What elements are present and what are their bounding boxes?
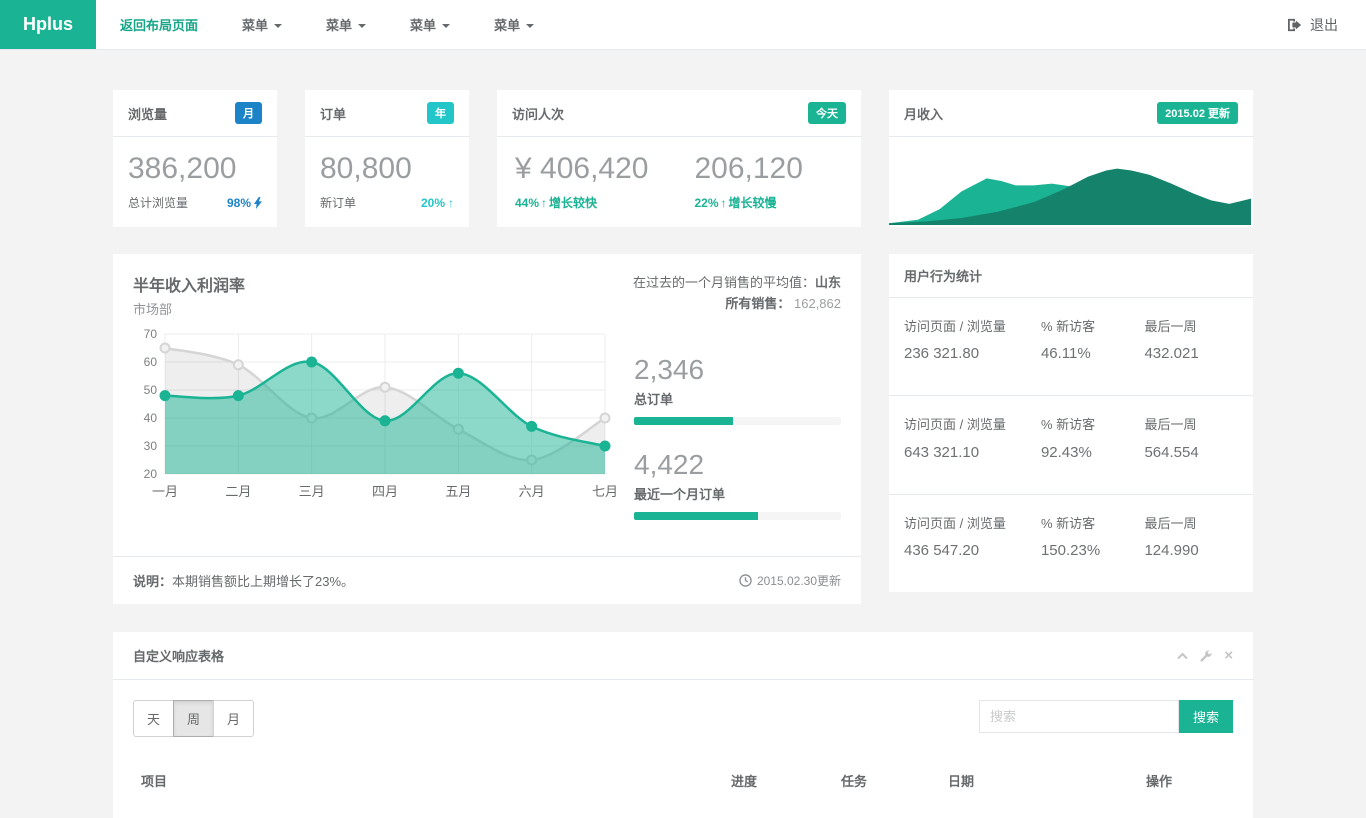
caret-down-icon xyxy=(358,24,366,28)
total-orders-progress xyxy=(634,417,841,425)
monthly-revenue-chart xyxy=(889,137,1253,225)
sales-label: 所有销售： xyxy=(725,296,790,311)
widget-views: 浏览量 月 386,200 总计浏览量 98% xyxy=(113,90,277,227)
profit-chart: 20 30 40 50 60 70 一月 二月 三月 四月 五月 六月 七月 xyxy=(133,328,618,544)
collapse-icon[interactable] xyxy=(1177,652,1188,660)
behavior-row: 访问页面 / 浏览量643 321.10 % 新访客92.43% 最后一周564… xyxy=(889,396,1253,494)
behavior-title: 用户行为统计 xyxy=(904,266,982,285)
month-orders-progress xyxy=(634,512,841,520)
svg-text:20: 20 xyxy=(144,467,158,481)
clock-icon xyxy=(739,574,752,587)
month-orders-value: 4,422 xyxy=(634,449,841,481)
svg-text:40: 40 xyxy=(144,411,158,425)
table-header-row: 项目 进度 任务 日期 操作 xyxy=(133,763,1233,798)
caret-down-icon xyxy=(274,24,282,28)
svg-text:30: 30 xyxy=(144,439,158,453)
profit-card: 半年收入利润率 市场部 在过去的一个月销售的平均值：山东 所有销售： 162,8… xyxy=(113,254,861,604)
column-header-item: 项目 xyxy=(141,771,731,790)
behavior-row: 访问页面 / 浏览量236 321.80 % 新访客46.11% 最后一周432… xyxy=(889,298,1253,396)
behavior-card: 用户行为统计 访问页面 / 浏览量236 321.80 % 新访客46.11% … xyxy=(889,254,1253,592)
note-text: 本期销售额比上期增长了23%。 xyxy=(172,574,354,589)
avg-value: 山东 xyxy=(815,275,841,290)
profit-subtitle: 市场部 xyxy=(133,299,245,318)
brand-logo[interactable]: Hplus xyxy=(0,0,96,49)
widget-monthly-revenue: 月收入 2015.02 更新 xyxy=(889,90,1253,227)
visits-amount-pct: 44% xyxy=(515,196,539,210)
day-button[interactable]: 天 xyxy=(133,700,174,737)
sign-out-icon xyxy=(1288,18,1302,32)
behavior-row: 访问页面 / 浏览量436 547.20 % 新访客150.23% 最后一周12… xyxy=(889,495,1253,592)
svg-text:五月: 五月 xyxy=(445,484,471,499)
month-button[interactable]: 月 xyxy=(213,700,254,737)
visits-amount-note: 增长较快 xyxy=(549,194,597,211)
table-panel-title: 自定义响应表格 xyxy=(133,646,224,665)
close-icon[interactable]: × xyxy=(1224,651,1233,661)
svg-text:70: 70 xyxy=(144,328,158,341)
nav-menu-1[interactable]: 菜单 xyxy=(242,15,282,34)
total-orders-label: 总订单 xyxy=(634,389,841,408)
level-up-icon: ↑ xyxy=(721,196,727,210)
month-orders-progress-fill xyxy=(634,512,758,520)
updated-text: 2015.02.30更新 xyxy=(757,572,841,589)
svg-text:四月: 四月 xyxy=(372,484,398,499)
visits-count: 206,120 xyxy=(694,152,802,186)
nav-links: 返回布局页面 菜单 菜单 菜单 菜单 xyxy=(96,0,578,49)
logout-button[interactable]: 退出 xyxy=(1288,0,1338,49)
monthly-badge: 2015.02 更新 xyxy=(1157,102,1238,124)
period-button-group: 天 周 月 xyxy=(133,700,254,737)
widget-views-title: 浏览量 xyxy=(128,104,167,123)
views-value: 386,200 xyxy=(128,152,262,186)
search-button[interactable]: 搜索 xyxy=(1179,700,1233,733)
orders-percent: 20% xyxy=(421,196,445,210)
custom-table-panel: 自定义响应表格 × 天 周 月 搜索 xyxy=(113,632,1253,818)
caret-down-icon xyxy=(526,24,534,28)
widget-visits: 访问人次 今天 ¥ 406,420 44% ↑ 增长较快 206,120 22% xyxy=(497,90,861,227)
nav-back-to-layout[interactable]: 返回布局页面 xyxy=(120,15,198,34)
nav-menu-3[interactable]: 菜单 xyxy=(410,15,450,34)
views-label: 总计浏览量 xyxy=(128,194,188,211)
top-navbar: Hplus 返回布局页面 菜单 菜单 菜单 菜单 退出 xyxy=(0,0,1366,50)
visits-amount: ¥ 406,420 xyxy=(515,152,648,186)
monthly-title: 月收入 xyxy=(904,104,943,123)
views-percent: 98% xyxy=(227,196,251,210)
total-orders-progress-fill xyxy=(634,417,733,425)
sales-value: 162,862 xyxy=(794,296,841,311)
note-label: 说明： xyxy=(133,574,172,589)
column-header-progress: 进度 xyxy=(731,771,841,790)
caret-down-icon xyxy=(442,24,450,28)
month-orders-label: 最近一个月订单 xyxy=(634,484,841,503)
avg-label: 在过去的一个月销售的平均值： xyxy=(633,275,815,290)
nav-menu-2[interactable]: 菜单 xyxy=(326,15,366,34)
widget-orders-title: 订单 xyxy=(320,104,346,123)
orders-value: 80,800 xyxy=(320,152,454,186)
svg-text:六月: 六月 xyxy=(519,484,545,499)
svg-text:七月: 七月 xyxy=(592,484,618,499)
level-up-icon: ↑ xyxy=(448,196,454,210)
nav-menu-4[interactable]: 菜单 xyxy=(494,15,534,34)
widget-orders: 订单 年 80,800 新订单 20% ↑ xyxy=(305,90,469,227)
widget-visits-title: 访问人次 xyxy=(512,104,564,123)
orders-label: 新订单 xyxy=(320,194,356,211)
svg-text:一月: 一月 xyxy=(152,484,178,499)
column-header-task: 任务 xyxy=(841,771,948,790)
level-up-icon: ↑ xyxy=(541,196,547,210)
svg-text:三月: 三月 xyxy=(299,484,325,499)
profit-title: 半年收入利润率 xyxy=(133,272,245,296)
column-header-action: 操作 xyxy=(1146,771,1225,790)
svg-text:二月: 二月 xyxy=(225,484,251,499)
widget-visits-badge: 今天 xyxy=(808,102,846,124)
widget-orders-badge: 年 xyxy=(427,102,454,124)
total-orders-value: 2,346 xyxy=(634,354,841,386)
wrench-icon[interactable] xyxy=(1200,650,1212,662)
visits-count-pct: 22% xyxy=(694,196,718,210)
search-input[interactable] xyxy=(979,700,1179,733)
stats-row: 浏览量 月 386,200 总计浏览量 98% 订单 年 80, xyxy=(113,90,1253,227)
bolt-icon xyxy=(254,197,262,209)
visits-count-note: 增长较慢 xyxy=(729,194,777,211)
week-button[interactable]: 周 xyxy=(173,700,214,737)
column-header-date: 日期 xyxy=(948,771,1146,790)
svg-text:50: 50 xyxy=(144,383,158,397)
widget-views-badge: 月 xyxy=(235,102,262,124)
svg-text:60: 60 xyxy=(144,355,158,369)
